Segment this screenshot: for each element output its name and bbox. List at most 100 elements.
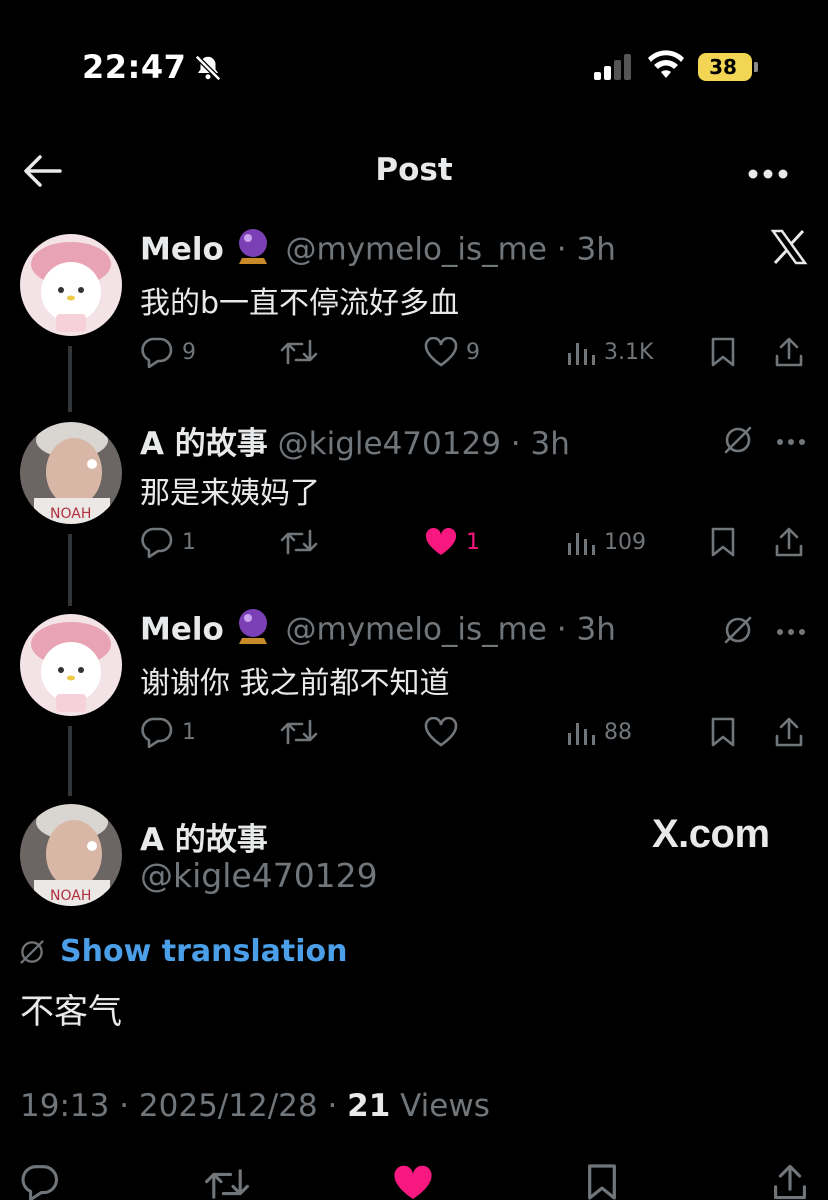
like-count: 1 — [466, 529, 480, 555]
tweet-meta: Melo @mymelo_is_me · 3h — [140, 228, 616, 274]
tweet-time: 19:13 — [20, 1088, 110, 1124]
share-button[interactable] — [774, 332, 804, 372]
views-button[interactable]: 88 — [566, 712, 632, 752]
more-options-icon[interactable] — [776, 622, 806, 641]
reply-icon[interactable] — [20, 1162, 60, 1200]
main-author-name[interactable]: A 的故事 — [140, 814, 268, 859]
tweet-age: 3h — [576, 611, 616, 648]
views-icon — [568, 533, 595, 555]
tweet-text: 那是来姨妈了 — [140, 476, 320, 511]
author-handle[interactable]: @mymelo_is_me — [286, 232, 547, 268]
tweet-text: 我的b一直不停流好多血 — [140, 286, 460, 321]
crystal-ball-icon — [236, 228, 270, 274]
reply-button[interactable]: 9 — [140, 332, 196, 372]
views-icon — [568, 723, 595, 745]
view-count: 109 — [604, 529, 646, 555]
bookmark-button[interactable] — [710, 712, 736, 752]
bookmark-icon[interactable] — [586, 1162, 618, 1200]
reply-count: 1 — [182, 529, 196, 555]
show-translation-link[interactable]: Show translation — [18, 934, 347, 969]
main-author-handle[interactable]: @kigle470129 — [140, 856, 378, 895]
views-icon — [568, 343, 595, 365]
translate-icon[interactable] — [722, 614, 754, 650]
thread-tweet[interactable]: Melo @mymelo_is_me · 3h 我的b一直不停流好多血 9 9 … — [0, 228, 828, 418]
author-handle[interactable]: @kigle470129 — [278, 426, 501, 462]
reply-button[interactable]: 1 — [140, 712, 196, 752]
show-translation-label[interactable]: Show translation — [60, 934, 347, 969]
tweet-age: 3h — [530, 426, 570, 462]
retweet-button[interactable] — [280, 332, 318, 372]
more-options-icon[interactable] — [776, 432, 806, 451]
share-button[interactable] — [774, 522, 804, 562]
retweet-icon — [280, 339, 318, 365]
status-bar: 22:47 38 — [0, 0, 828, 120]
crystal-ball-icon — [236, 608, 270, 654]
author-handle[interactable]: @mymelo_is_me — [286, 612, 547, 648]
retweet-button[interactable] — [280, 712, 318, 752]
share-icon[interactable] — [772, 1162, 808, 1200]
reply-icon — [141, 717, 173, 748]
tweet-timestamp: 19:13 · 2025/12/28 · 21 Views — [20, 1088, 490, 1124]
tweet-text: 谢谢你 我之前都不知道 — [140, 666, 450, 701]
thread-tweet[interactable]: Melo @mymelo_is_me · 3h 谢谢你 我之前都不知道 1 88 — [0, 608, 828, 798]
share-icon — [775, 717, 803, 747]
reply-icon — [141, 527, 173, 558]
heart-icon — [424, 717, 458, 747]
views-count: 21 — [347, 1088, 391, 1124]
author-name[interactable]: Melo — [140, 612, 224, 648]
views-button[interactable]: 109 — [566, 522, 646, 562]
thread-line — [68, 346, 72, 412]
heart-filled-icon[interactable] — [392, 1164, 434, 1200]
heart-icon — [424, 337, 458, 367]
bookmark-icon — [711, 527, 735, 557]
thread-line — [68, 534, 72, 606]
thread-tweet[interactable]: NOAH A 的故事 @kigle470129 · 3h 那是来姨妈了 1 1 … — [0, 418, 828, 608]
battery-indicator: 38 — [698, 53, 758, 81]
share-button[interactable] — [774, 712, 804, 752]
views-label: Views — [400, 1088, 490, 1124]
avatar[interactable] — [20, 614, 122, 716]
retweet-icon — [280, 719, 318, 745]
status-time: 22:47 — [82, 48, 187, 86]
views-button[interactable]: 3.1K — [566, 332, 653, 372]
tweet-actions: 9 9 3.1K — [140, 332, 820, 372]
main-avatar[interactable]: NOAH — [20, 804, 122, 906]
retweet-icon — [280, 529, 318, 555]
tweet-age: 3h — [576, 231, 616, 268]
view-count: 88 — [604, 719, 632, 745]
author-name[interactable]: Melo — [140, 232, 224, 268]
post-header: Post — [0, 120, 828, 220]
main-tweet-text: 不客气 — [20, 992, 122, 1032]
like-button[interactable]: 1 — [424, 522, 480, 562]
bookmark-button[interactable] — [710, 522, 736, 562]
avatar[interactable] — [20, 234, 122, 336]
view-count: 3.1K — [604, 339, 654, 365]
reply-button[interactable]: 1 — [140, 522, 196, 562]
reply-count: 1 — [182, 719, 196, 745]
thread-line — [68, 726, 72, 796]
bookmark-icon — [711, 337, 735, 367]
like-count: 9 — [466, 339, 480, 365]
page-title: Post — [375, 152, 453, 188]
bookmark-icon — [711, 717, 735, 747]
share-icon — [775, 527, 803, 557]
translate-icon — [20, 939, 44, 964]
translate-icon[interactable] — [722, 424, 754, 460]
reply-count: 9 — [182, 339, 196, 365]
svg-text:NOAH: NOAH — [50, 506, 91, 522]
like-button[interactable] — [424, 712, 458, 752]
tweet-meta: A 的故事 @kigle470129 · 3h — [140, 426, 570, 462]
avatar[interactable]: NOAH — [20, 422, 122, 524]
retweet-icon[interactable] — [204, 1166, 250, 1200]
main-tweet-actions — [0, 1160, 828, 1200]
more-options-icon[interactable] — [746, 166, 790, 185]
author-name[interactable]: A 的故事 — [140, 426, 268, 462]
retweet-button[interactable] — [280, 522, 318, 562]
like-button[interactable]: 9 — [424, 332, 480, 372]
tweet-actions: 1 88 — [140, 712, 820, 752]
heart-filled-icon — [425, 527, 457, 555]
reply-icon — [141, 337, 173, 368]
wifi-icon — [647, 50, 685, 84]
bell-off-icon — [193, 53, 223, 87]
bookmark-button[interactable] — [710, 332, 736, 372]
